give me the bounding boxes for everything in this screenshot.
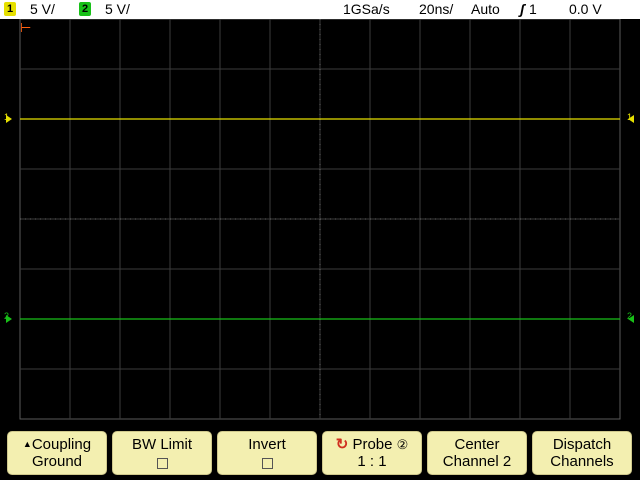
- coupling-value: Ground: [31, 453, 83, 470]
- dispatch-value: Channels: [550, 453, 614, 470]
- bw-limit-checkbox[interactable]: [156, 458, 168, 469]
- circled-2-icon: ②: [396, 437, 409, 452]
- ch1-right-marker: 1: [627, 113, 632, 122]
- bw-limit-label: BW Limit: [132, 436, 192, 453]
- ch1-right-label: 1: [627, 112, 633, 122]
- invert-label: Invert: [248, 436, 286, 453]
- probe-softkey[interactable]: ↻ Probe ② 1 : 1: [322, 431, 422, 475]
- up-triangle-icon: ▲: [22, 439, 32, 449]
- status-bar: 1 5 V/ 2 5 V/ 1GSa/s 20ns/ Auto ʃ 1 0.0 …: [0, 0, 640, 19]
- ch1-marker-label: 1: [4, 112, 10, 122]
- waveform-display[interactable]: ⊢ 1 2 1 2: [0, 19, 640, 424]
- ch2-marker-label: 2: [4, 311, 10, 321]
- trigger-level[interactable]: 0.0 V: [569, 0, 602, 19]
- invert-softkey[interactable]: Invert: [217, 431, 317, 475]
- ch2-badge[interactable]: 2: [79, 2, 91, 16]
- softkey-bar: ▲Coupling Ground BW Limit Invert ↻ Probe…: [0, 424, 640, 480]
- ch1-ground-marker[interactable]: 1: [4, 113, 9, 122]
- trigger-source[interactable]: 1: [529, 0, 537, 19]
- cycle-icon: ↻: [335, 436, 349, 453]
- coupling-softkey[interactable]: ▲Coupling Ground: [7, 431, 107, 475]
- center-label: Center: [454, 436, 500, 453]
- trigger-position-icon[interactable]: ⊢: [20, 21, 31, 34]
- bw-limit-softkey[interactable]: BW Limit: [112, 431, 212, 475]
- ch2-scale[interactable]: 5 V/: [105, 0, 130, 19]
- dispatch-channels-softkey[interactable]: Dispatch Channels: [532, 431, 632, 475]
- graticule: [6, 19, 634, 420]
- probe-value: 1 : 1: [357, 453, 387, 470]
- coupling-label: Coupling: [31, 436, 92, 453]
- ch2-right-marker: 2: [627, 312, 632, 321]
- sample-rate: 1GSa/s: [343, 1, 390, 17]
- dispatch-label: Dispatch: [552, 436, 612, 453]
- center-value: Channel 2: [442, 453, 512, 470]
- rising-edge-icon: ʃ: [520, 1, 525, 17]
- ch2-ground-marker[interactable]: 2: [4, 312, 9, 321]
- ch1-scale[interactable]: 5 V/: [30, 0, 55, 19]
- timebase[interactable]: 20ns/: [419, 0, 453, 19]
- probe-label: Probe: [352, 436, 393, 453]
- invert-checkbox[interactable]: [261, 458, 273, 469]
- ch2-right-label: 2: [627, 311, 633, 321]
- ch1-badge[interactable]: 1: [4, 2, 16, 16]
- trigger-mode[interactable]: Auto: [471, 0, 500, 19]
- center-channel-softkey[interactable]: Center Channel 2: [427, 431, 527, 475]
